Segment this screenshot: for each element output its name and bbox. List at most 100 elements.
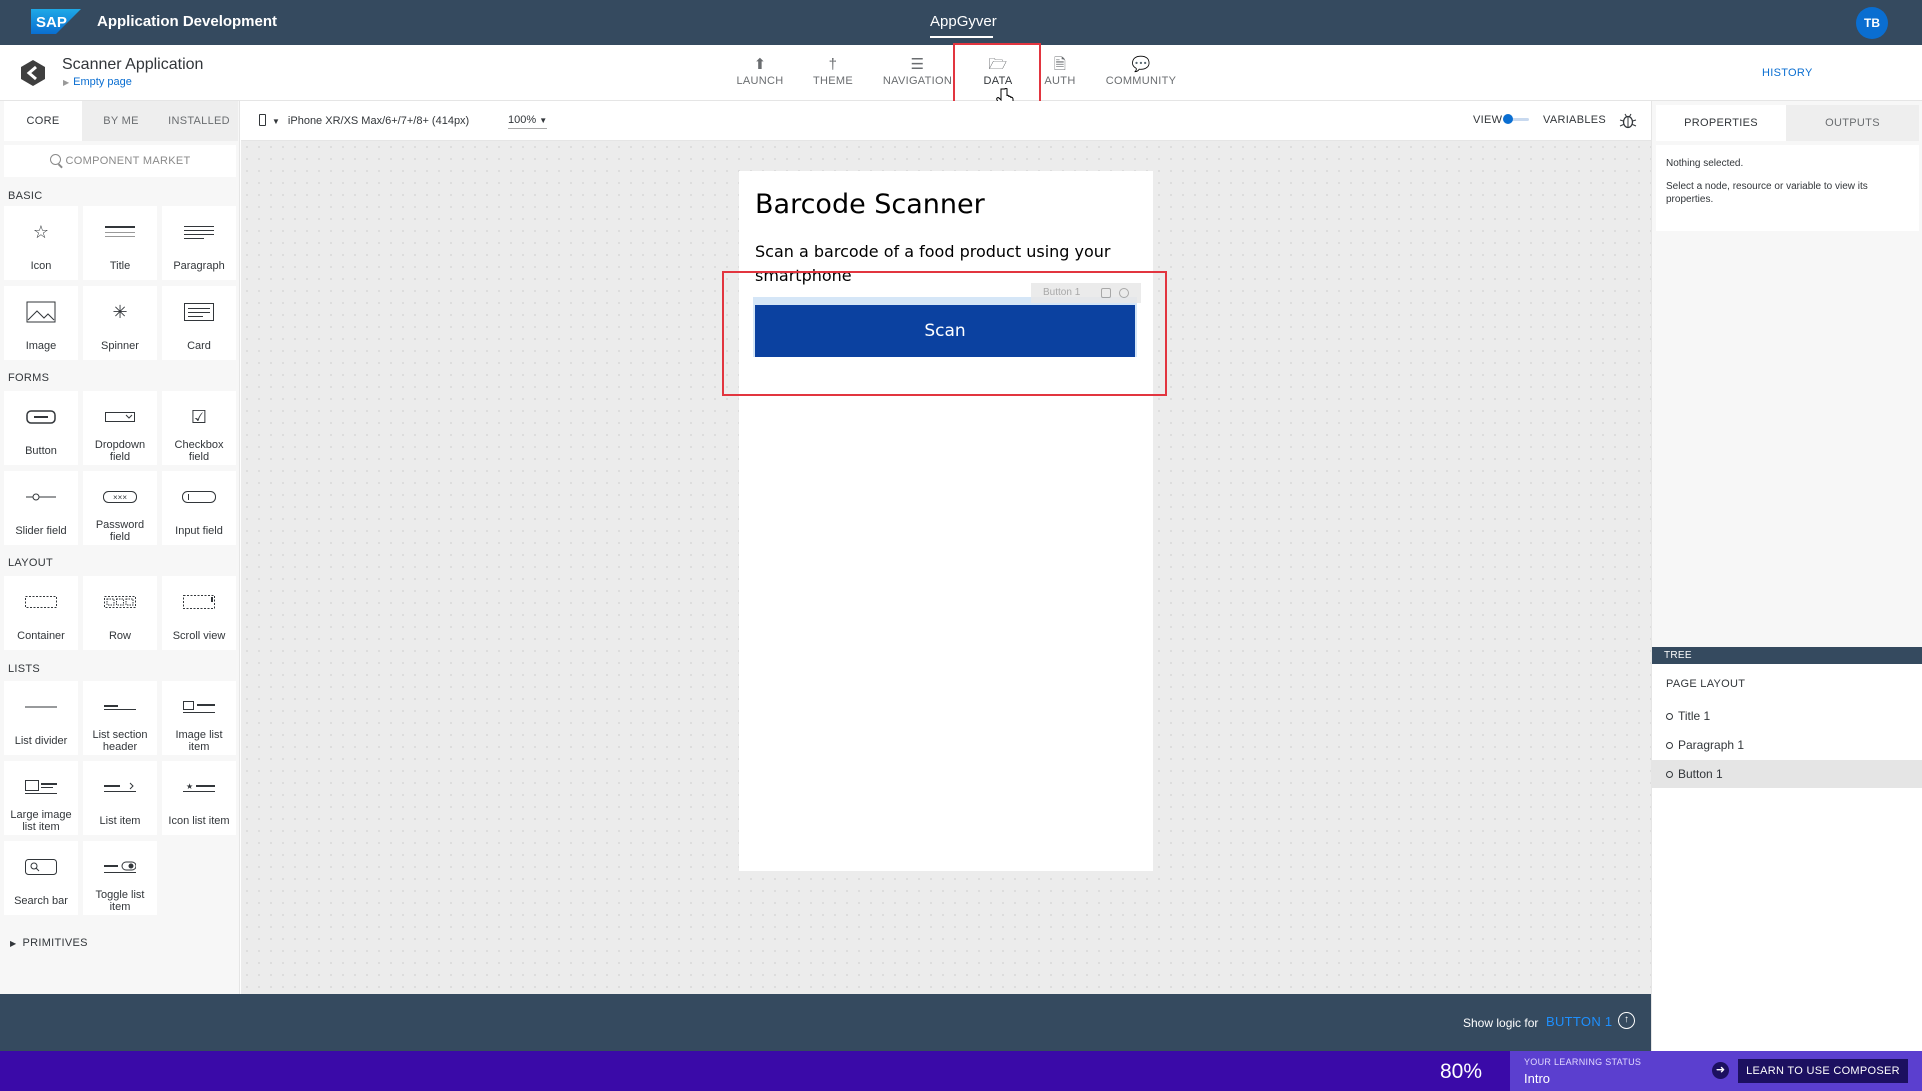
component-image-list-item[interactable]: Image list item — [162, 681, 236, 755]
component-card[interactable]: Card — [162, 286, 236, 360]
tree-item-button-1[interactable]: Button 1 — [1652, 760, 1922, 788]
star-icon: ☆ — [32, 221, 50, 242]
zoom-selector[interactable]: 100% ▼ — [508, 114, 548, 129]
caret-down-icon: ▼ — [272, 117, 280, 126]
caret-right-icon: ▶ — [63, 78, 70, 87]
tab-community[interactable]: 💬 COMMUNITY — [1105, 55, 1177, 87]
component-search-bar[interactable]: Search bar — [4, 841, 78, 915]
component-dropdown-field[interactable]: Dropdown field — [83, 391, 157, 465]
component-icon[interactable]: ☆ Icon — [4, 206, 78, 280]
row-icon — [83, 590, 157, 614]
bug-icon[interactable] — [1619, 112, 1637, 130]
component-list-divider[interactable]: List divider — [4, 681, 78, 755]
component-list-item[interactable]: List item — [83, 761, 157, 835]
page-selector[interactable]: ▶ Empty page — [63, 76, 132, 88]
tab-properties[interactable]: PROPERTIES — [1656, 105, 1786, 141]
tree-item-label: Title 1 — [1678, 709, 1711, 723]
component-list-section-header[interactable]: List section header — [83, 681, 157, 755]
component-label: Slider field — [15, 525, 67, 537]
tab-theme[interactable]: † THEME — [808, 55, 858, 87]
arrow-right-icon[interactable]: ➜ — [1712, 1062, 1729, 1079]
list-divider-icon — [4, 695, 78, 719]
page-title-title-1[interactable]: Barcode Scanner — [755, 189, 985, 220]
password-icon: ××× — [83, 485, 157, 509]
tab-launch[interactable]: ⬆ LAUNCH — [735, 55, 785, 87]
component-market-search[interactable]: COMPONENT MARKET — [4, 145, 236, 177]
paragraph-icon — [162, 220, 236, 244]
large-image-list-item-icon — [4, 775, 78, 799]
component-image[interactable]: Image — [4, 286, 78, 360]
section-lists: LISTS — [8, 663, 41, 675]
toggle-knob — [1503, 114, 1513, 124]
component-icon-list-item[interactable]: ★ Icon list item — [162, 761, 236, 835]
device-selector[interactable]: ▼ iPhone XR/XS Max/6+/7+/8+ (414px) — [259, 114, 469, 127]
learn-composer-button[interactable]: LEARN TO USE COMPOSER — [1738, 1059, 1908, 1083]
learning-status-block: YOUR LEARNING STATUS Intro ➜ LEARN TO US… — [1510, 1051, 1922, 1091]
tab-core[interactable]: CORE — [4, 101, 82, 141]
section-basic: BASIC — [8, 190, 43, 202]
component-title[interactable]: Title — [83, 206, 157, 280]
shell-center-title[interactable]: AppGyver — [930, 13, 997, 30]
tree-item-label: Button 1 — [1678, 767, 1723, 781]
component-label: Icon — [30, 260, 52, 272]
view-variables-toggle[interactable] — [1503, 114, 1529, 124]
title-icon — [83, 220, 157, 244]
component-toggle-list-item[interactable]: Toggle list item — [83, 841, 157, 915]
variables-label: VARIABLES — [1543, 114, 1607, 126]
list-item-icon — [83, 775, 157, 799]
component-row[interactable]: Row — [83, 576, 157, 650]
tab-outputs[interactable]: OUTPUTS — [1786, 105, 1919, 141]
primitives-label: PRIMITIVES — [22, 937, 88, 949]
list-section-header-icon — [83, 695, 157, 719]
component-spinner[interactable]: ✳ Spinner — [83, 286, 157, 360]
component-large-image-list-item[interactable]: Large image list item — [4, 761, 78, 835]
search-bar-icon — [4, 855, 78, 879]
document-code-icon: 🗎 — [1053, 56, 1067, 73]
selection-hint-text: Select a node, resource or variable to v… — [1666, 181, 1868, 205]
container-icon — [4, 590, 78, 614]
component-checkbox-field[interactable]: ☑ Checkbox field — [162, 391, 236, 465]
list-icon: ☰ — [910, 56, 925, 73]
sap-logo-text: SAP — [36, 14, 67, 31]
arrow-up-icon[interactable]: ↑ — [1618, 1012, 1635, 1029]
section-forms: FORMS — [8, 372, 50, 384]
logic-target[interactable]: BUTTON 1 — [1546, 1014, 1612, 1029]
spinner-icon: ✳ — [112, 301, 128, 322]
component-password-field[interactable]: ××× Password field — [83, 471, 157, 545]
component-button[interactable]: Button — [4, 391, 78, 465]
tree-item-title-1[interactable]: Title 1 — [1652, 702, 1922, 730]
section-layout: LAYOUT — [8, 557, 53, 569]
show-logic-label: Show logic for — [1463, 1016, 1539, 1030]
scroll-view-icon — [162, 590, 236, 614]
appgyver-logo-icon[interactable] — [18, 58, 48, 88]
primitives-section[interactable]: ▶ PRIMITIVES — [10, 937, 88, 949]
slider-icon — [4, 485, 78, 509]
component-label: Card — [187, 340, 211, 352]
shell-center-underline — [930, 36, 993, 38]
component-slider-field[interactable]: Slider field — [4, 471, 78, 545]
app-name[interactable]: Scanner Application — [62, 56, 203, 74]
tab-by-me[interactable]: BY ME — [82, 101, 160, 141]
tab-auth[interactable]: 🗎 AUTH — [1043, 55, 1077, 87]
svg-text:★: ★ — [186, 782, 193, 791]
tab-launch-label: LAUNCH — [736, 75, 784, 87]
component-label: Input field — [175, 525, 223, 537]
tab-theme-label: THEME — [813, 75, 853, 87]
tab-installed[interactable]: INSTALLED — [160, 101, 238, 141]
component-input-field[interactable]: Input field — [162, 471, 236, 545]
tab-navigation[interactable]: ☰ NAVIGATION — [880, 55, 955, 87]
tree-root-page-layout[interactable]: PAGE LAYOUT — [1666, 678, 1745, 690]
svg-text:×××: ××× — [113, 493, 127, 502]
sap-logo[interactable]: SAP — [31, 9, 81, 34]
component-label: Spinner — [101, 340, 139, 352]
component-container[interactable]: Container — [4, 576, 78, 650]
tree-item-paragraph-1[interactable]: Paragraph 1 — [1652, 731, 1922, 759]
history-link[interactable]: HISTORY — [1762, 67, 1813, 79]
component-scroll-view[interactable]: Scroll view — [162, 576, 236, 650]
toggle-list-item-icon — [83, 855, 157, 879]
component-paragraph[interactable]: Paragraph — [162, 206, 236, 280]
user-avatar[interactable]: TB — [1856, 7, 1888, 39]
component-label: Toggle list item — [95, 889, 145, 913]
upload-circle-icon: ⬆ — [753, 56, 767, 73]
caret-right-icon: ▶ — [10, 939, 17, 948]
